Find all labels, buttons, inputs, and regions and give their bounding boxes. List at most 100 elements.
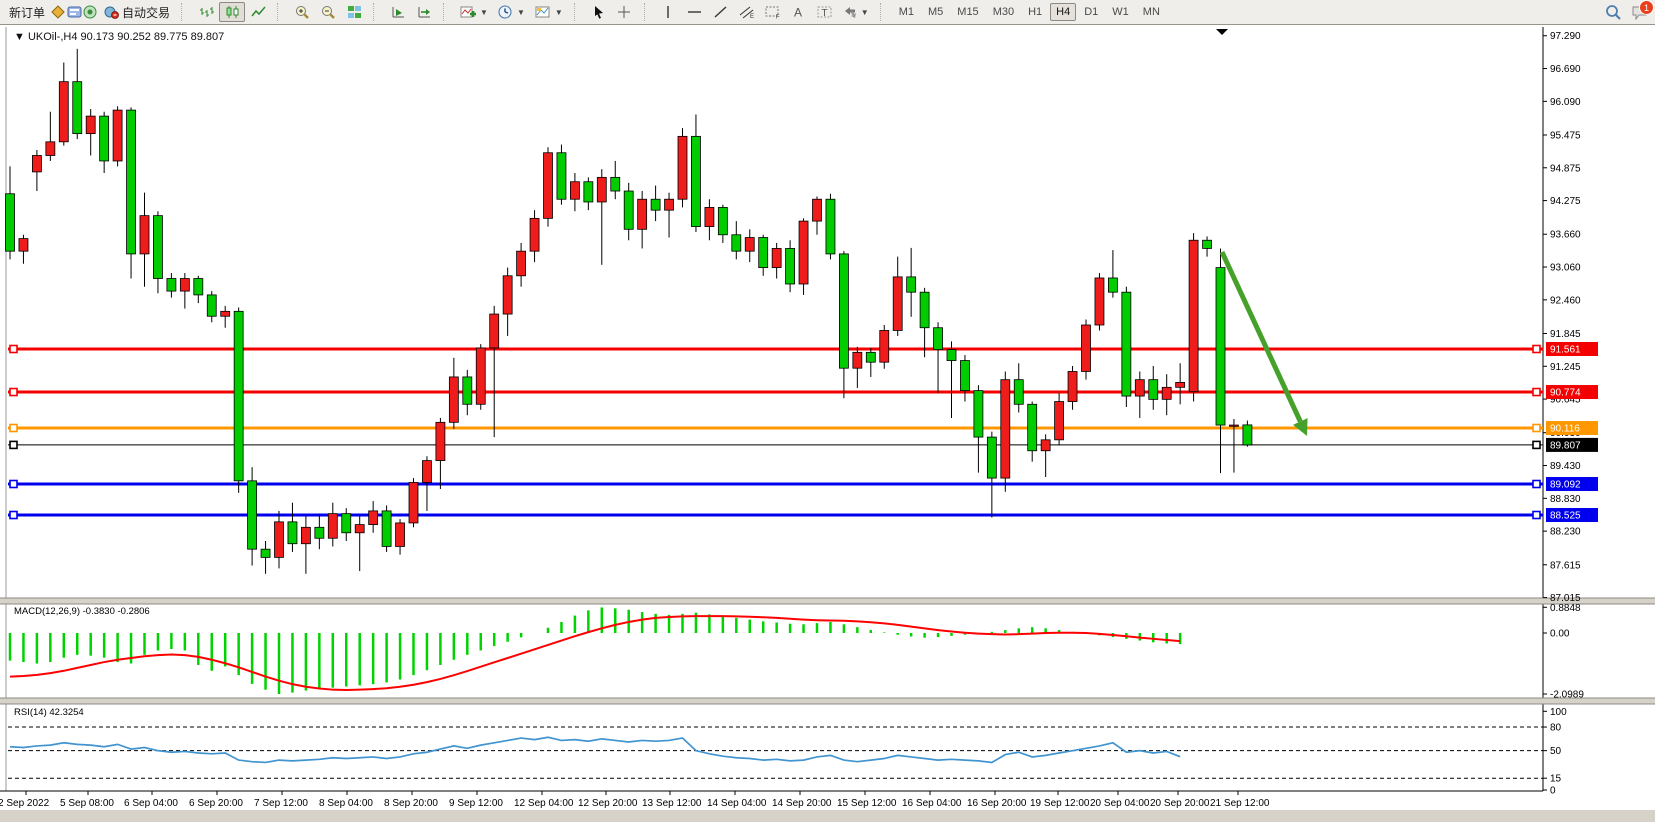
cursor-icon[interactable] [586, 2, 612, 22]
candle [194, 279, 203, 295]
candle [207, 295, 216, 316]
periods-icon[interactable]: ▼ [493, 3, 530, 22]
price-axis-tick: 87.615 [1550, 560, 1581, 571]
timeframe-button-H1[interactable]: H1 [1022, 3, 1048, 21]
candle [1243, 425, 1252, 445]
timeframe-button-MN[interactable]: MN [1137, 3, 1166, 21]
hline-handle[interactable] [1533, 441, 1540, 448]
vertical-line-icon[interactable] [656, 2, 682, 22]
macd-axis-tick: 0.8848 [1550, 603, 1581, 614]
price-axis-tick: 92.460 [1550, 295, 1581, 306]
candle [611, 177, 620, 191]
horizontal-line-icon[interactable] [682, 2, 708, 22]
hline-handle[interactable] [10, 481, 17, 488]
auto-scroll-icon[interactable] [385, 2, 411, 22]
candle [46, 142, 55, 156]
candle [853, 352, 862, 368]
text-label-icon[interactable]: T [812, 2, 838, 22]
timeframe-button-M30[interactable]: M30 [987, 3, 1020, 21]
candle [436, 422, 445, 460]
time-axis-label: 6 Sep 20:00 [189, 798, 243, 809]
svg-text:A: A [794, 6, 802, 20]
candle [153, 216, 162, 279]
hline-handle[interactable] [1533, 481, 1540, 488]
trendline-icon[interactable] [708, 2, 734, 22]
price-axis-tick: 93.660 [1550, 230, 1581, 241]
timeframe-button-D1[interactable]: D1 [1078, 3, 1104, 21]
hline-handle[interactable] [10, 346, 17, 353]
candle [839, 254, 848, 368]
trend-arrow[interactable] [1222, 252, 1300, 421]
candle [665, 199, 674, 210]
auto-trading-button[interactable]: 自动交易 [98, 2, 175, 23]
tile-windows-icon[interactable] [341, 2, 367, 22]
candle [1203, 240, 1212, 248]
price-axis-tick: 94.875 [1550, 163, 1581, 174]
new-chart-icon[interactable] [50, 4, 66, 20]
hline-handle[interactable] [10, 512, 17, 519]
candle [691, 136, 700, 226]
candle [1229, 425, 1238, 426]
timeframe-button-H4[interactable]: H4 [1050, 3, 1076, 21]
hline-handle[interactable] [1533, 425, 1540, 432]
candle [6, 194, 15, 251]
candle [476, 348, 485, 404]
chart-canvas[interactable]: ▼ UKOil-,H4 90.173 90.252 89.775 89.807 … [0, 25, 1655, 822]
hline-handle[interactable] [1533, 512, 1540, 519]
timeframe-button-W1[interactable]: W1 [1106, 3, 1135, 21]
hline-handle[interactable] [10, 425, 17, 432]
bars-chart-icon[interactable] [193, 2, 219, 22]
indicators-icon[interactable]: ▼ [455, 3, 493, 21]
rsi-label: RSI(14) 42.3254 [14, 707, 84, 718]
hline-handle[interactable] [10, 441, 17, 448]
candle [409, 482, 418, 522]
crosshair-icon[interactable] [612, 2, 638, 22]
candle [1082, 325, 1091, 371]
zoom-in-icon[interactable] [289, 2, 315, 22]
chevron-down-icon: ▼ [861, 8, 869, 17]
zoom-out-icon[interactable] [315, 2, 341, 22]
fibonacci-icon[interactable]: F [760, 2, 786, 22]
channel-icon[interactable]: E [734, 2, 760, 22]
time-axis-label: 5 Sep 08:00 [60, 798, 114, 809]
candle [167, 279, 176, 292]
time-axis-label: 6 Sep 04:00 [124, 798, 178, 809]
candle [396, 523, 405, 547]
arrows-tool-icon[interactable]: ▼ [838, 3, 874, 21]
signals-icon[interactable] [82, 4, 98, 20]
hline-handle[interactable] [1533, 346, 1540, 353]
candle [960, 361, 969, 391]
time-axis-label: 21 Sep 12:00 [1210, 798, 1270, 809]
candle [638, 199, 647, 229]
candle [86, 116, 95, 133]
price-badge-label: 91.561 [1550, 345, 1581, 356]
candle [1162, 387, 1171, 399]
profiles-icon[interactable] [66, 4, 82, 20]
price-badge-label: 89.807 [1550, 440, 1581, 451]
candle [275, 522, 284, 558]
time-axis-label: 8 Sep 20:00 [384, 798, 438, 809]
notifications-icon[interactable]: 1 [1631, 4, 1647, 20]
search-icon[interactable] [1605, 4, 1621, 20]
rsi-line [10, 737, 1180, 762]
text-icon[interactable]: A [786, 2, 812, 22]
timeframe-button-M5[interactable]: M5 [922, 3, 949, 21]
candle [1001, 380, 1010, 478]
candle [73, 82, 82, 134]
templates-icon[interactable]: ▼ [530, 3, 568, 21]
chevron-down-icon: ▼ [517, 8, 525, 17]
chart-shift-icon[interactable] [411, 2, 437, 22]
candle [584, 182, 593, 202]
candlestick-chart-icon[interactable] [219, 2, 245, 22]
hline-handle[interactable] [10, 389, 17, 396]
new-order-button[interactable]: 新订单 [4, 2, 50, 23]
macd-signal-line [10, 616, 1180, 690]
new-order-label: 新订单 [9, 4, 45, 21]
hline-handle[interactable] [1533, 389, 1540, 396]
rsi-axis-tick: 0 [1550, 786, 1556, 797]
timeframe-button-M15[interactable]: M15 [951, 3, 984, 21]
line-chart-icon[interactable] [245, 2, 271, 22]
rsi-axis-tick: 100 [1550, 707, 1567, 718]
timeframe-button-M1[interactable]: M1 [893, 3, 920, 21]
candle [597, 177, 606, 202]
